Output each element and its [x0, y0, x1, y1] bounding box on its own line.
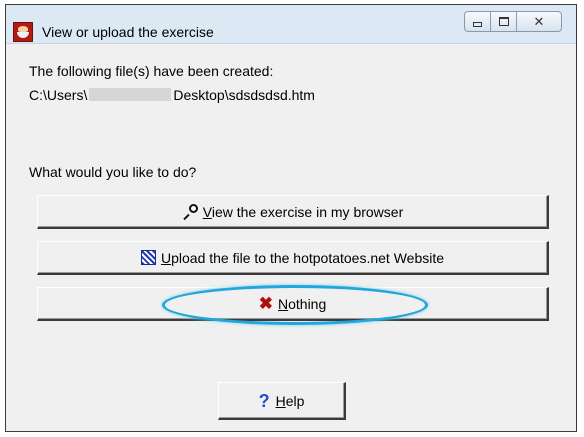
file-path-suffix: Desktop\sdsdsdsd.htm: [173, 87, 315, 103]
maximize-icon: [498, 17, 509, 26]
created-label: The following file(s) have been created:: [29, 63, 274, 79]
minimize-button[interactable]: [464, 11, 491, 32]
view-in-browser-button[interactable]: View the exercise in my browser: [37, 195, 549, 229]
help-button[interactable]: ? Help: [218, 382, 346, 420]
close-icon: ✕: [533, 14, 545, 29]
magnifier-icon: [182, 203, 198, 220]
nothing-button[interactable]: ✖ Nothing: [37, 287, 549, 321]
upload-button[interactable]: Upload the file to the hotpotatoes.net W…: [37, 241, 549, 275]
x-icon: ✖: [258, 294, 273, 313]
maximize-button[interactable]: [490, 11, 517, 32]
question-icon: ?: [258, 390, 270, 411]
file-path: C:\Users\ Desktop\sdsdsdsd.htm: [29, 87, 315, 103]
view-button-label: View the exercise in my browser: [202, 203, 404, 220]
app-icon[interactable]: [13, 22, 33, 42]
title-bar[interactable]: View or upload the exercise ✕: [6, 5, 576, 44]
redacted-username: [89, 88, 172, 101]
file-path-prefix: C:\Users\: [29, 87, 88, 103]
upload-button-label: Upload the file to the hotpotatoes.net W…: [160, 249, 445, 266]
minimize-icon: [473, 22, 482, 27]
help-button-label: Help: [275, 392, 305, 409]
upload-icon: [140, 250, 156, 265]
close-button[interactable]: ✕: [516, 11, 562, 32]
question-label: What would you like to do?: [29, 164, 197, 180]
window-title: View or upload the exercise: [42, 24, 214, 40]
nothing-button-label: Nothing: [277, 295, 327, 312]
